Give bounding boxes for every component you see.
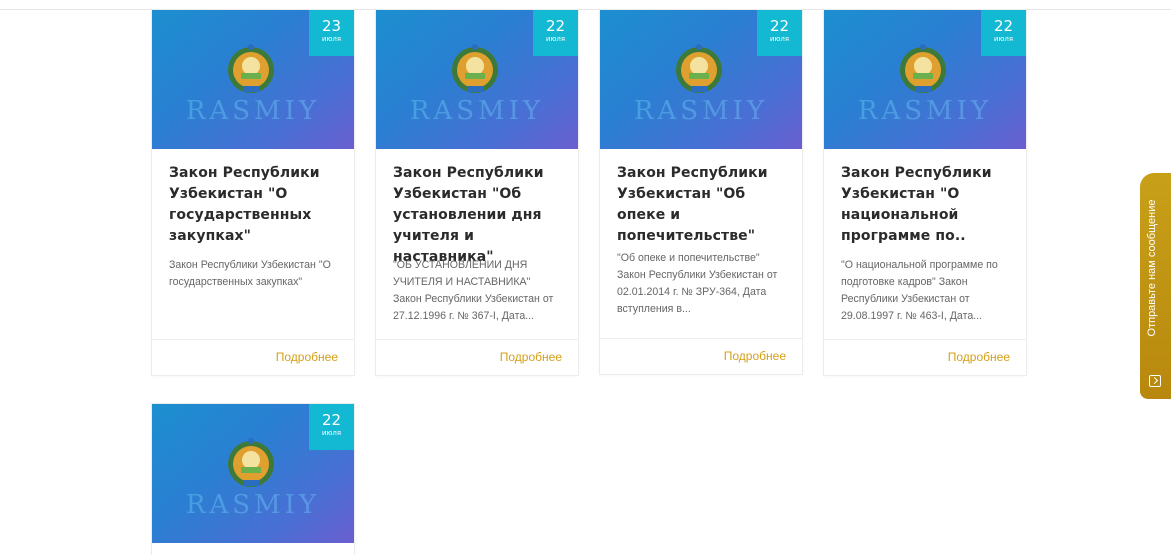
card-footer: Подробнее [152, 339, 354, 375]
emblem-icon [452, 44, 498, 93]
date-month: июля [769, 35, 790, 43]
post-card: RASMIY 22 июля [152, 404, 354, 555]
date-month: июля [993, 35, 1014, 43]
feedback-tab[interactable]: Отправьте нам сообщение [1140, 173, 1171, 399]
date-day: 22 [321, 411, 342, 429]
post-image[interactable]: RASMIY 22 июля [824, 10, 1026, 149]
date-badge: 22 июля [981, 10, 1026, 56]
post-image[interactable]: RASMIY 22 июля [600, 10, 802, 149]
date-day: 22 [545, 17, 566, 35]
card-footer: Подробнее [600, 338, 802, 374]
read-more-link[interactable]: Подробнее [948, 340, 1010, 375]
image-caption: RASMIY [185, 490, 321, 520]
date-day: 23 [321, 17, 342, 35]
read-more-link[interactable]: Подробнее [500, 340, 562, 375]
post-image[interactable]: RASMIY 23 июля [152, 10, 354, 149]
date-month: июля [545, 35, 566, 43]
card-footer: Подробнее [376, 339, 578, 375]
post-title[interactable]: Закон Республики Узбекистан "Об опеке и … [617, 163, 786, 244]
post-card: RASMIY 22 июля Закон Республики Узбекист… [824, 10, 1026, 375]
emblem-icon [228, 44, 274, 93]
post-image[interactable]: RASMIY 22 июля [376, 10, 578, 149]
emblem-icon [676, 44, 722, 93]
date-day: 22 [993, 17, 1014, 35]
read-more-link[interactable]: Подробнее [276, 340, 338, 375]
post-title[interactable]: Закон Республики Узбекистан "О националь… [841, 163, 1010, 247]
post-excerpt: Закон Республики Узбекистан "О государст… [169, 259, 331, 288]
date-day: 22 [769, 17, 790, 35]
post-excerpt: "ОБ УСТАНОВЛЕНИИ ДНЯ УЧИТЕЛЯ И НАСТАВНИК… [393, 259, 554, 322]
message-icon [1149, 375, 1161, 387]
post-title[interactable]: Закон Республики Узбекистан "Об установл… [393, 163, 562, 265]
image-caption: RASMIY [185, 96, 321, 126]
feedback-tab-label: Отправьте нам сообщение [1146, 199, 1158, 337]
date-badge: 22 июля [309, 404, 354, 450]
date-month: июля [321, 429, 342, 437]
post-excerpt: "О национальной программе по подготовке … [841, 259, 998, 322]
image-caption: RASMIY [857, 96, 993, 126]
image-caption: RASMIY [633, 96, 769, 126]
post-card: RASMIY 22 июля Закон Республики Узбекист… [600, 10, 802, 374]
post-image[interactable]: RASMIY 22 июля [152, 404, 354, 543]
emblem-icon [228, 438, 274, 487]
emblem-icon [900, 44, 946, 93]
post-excerpt: "Об опеке и попечительстве" Закон Респуб… [617, 252, 778, 315]
date-badge: 22 июля [757, 10, 802, 56]
card-footer: Подробнее [824, 339, 1026, 375]
image-caption: RASMIY [409, 96, 545, 126]
date-badge: 22 июля [533, 10, 578, 56]
post-title[interactable]: Закон Республики Узбекистан "О государст… [169, 163, 338, 247]
post-card: RASMIY 23 июля Закон Республики Узбекист… [152, 10, 354, 375]
post-card: RASMIY 22 июля Закон Республики Узбекист… [376, 10, 578, 375]
read-more-link[interactable]: Подробнее [724, 339, 786, 374]
date-month: июля [321, 35, 342, 43]
date-badge: 23 июля [309, 10, 354, 56]
